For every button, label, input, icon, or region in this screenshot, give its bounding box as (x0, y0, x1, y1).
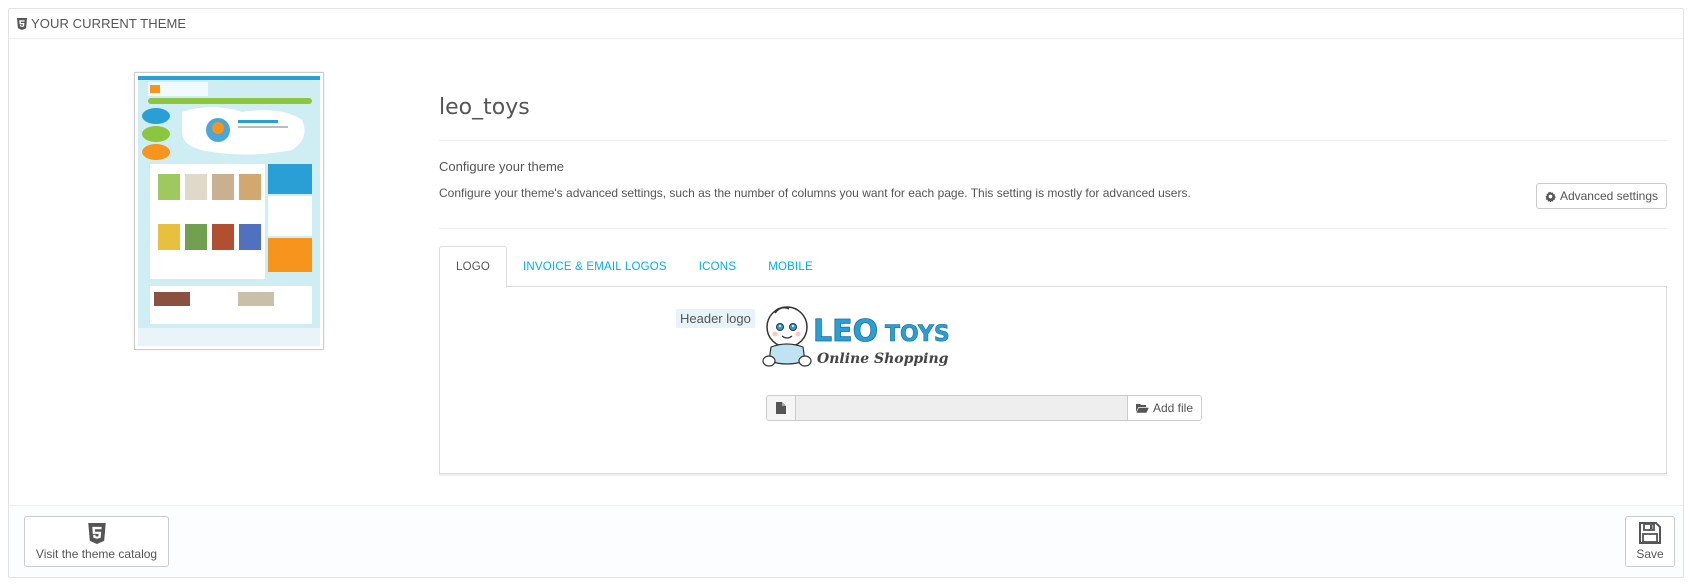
folder-open-icon (1135, 404, 1149, 413)
file-addon (767, 396, 796, 420)
tab-icons[interactable]: ICONS (683, 246, 752, 287)
logo-text-toys: TOYS (885, 322, 950, 347)
tab-content-logo (439, 286, 1667, 474)
theme-preview-illustration (138, 76, 320, 346)
panel-heading: YOUR CURRENT THEME (9, 9, 1683, 39)
gear-icon (1545, 190, 1556, 202)
configure-description: Configure your theme's advanced settings… (439, 186, 1191, 200)
configure-title: Configure your theme (439, 159, 565, 174)
add-file-button[interactable]: Add file (1126, 396, 1201, 420)
panel-heading-text: YOUR CURRENT THEME (31, 16, 187, 31)
save-label: Save (1636, 547, 1664, 561)
divider (439, 140, 1667, 141)
theme-name: leo_toys (439, 95, 530, 120)
html5-icon (17, 17, 27, 30)
advanced-settings-button[interactable]: Advanced settings (1535, 183, 1667, 209)
panel-footer: Visit the theme catalog Save (9, 505, 1683, 577)
logo-tagline: Online Shopping (817, 351, 949, 367)
logo-file-upload: Add file (766, 395, 1202, 421)
save-icon (1639, 522, 1661, 544)
file-name-input[interactable] (796, 396, 1127, 420)
theme-preview-image (134, 72, 324, 350)
header-logo-image: LEO TOYS Online Shopping (761, 303, 966, 373)
visit-theme-catalog-button[interactable]: Visit the theme catalog (24, 516, 169, 567)
divider (439, 228, 1667, 229)
advanced-settings-label: Advanced settings (1559, 189, 1658, 203)
leo-toys-logo: LEO TOYS Online Shopping (762, 306, 950, 367)
tab-logo[interactable]: LOGO (439, 246, 508, 288)
logo-tabs: LOGO INVOICE & EMAIL LOGOS ICONS MOBILE (439, 246, 1667, 288)
visit-theme-catalog-label: Visit the theme catalog (35, 546, 158, 561)
save-button[interactable]: Save (1625, 516, 1675, 567)
header-logo-label: Header logo (676, 309, 755, 328)
tab-invoice-email-logos[interactable]: INVOICE & EMAIL LOGOS (507, 246, 683, 287)
file-icon (776, 402, 786, 414)
tab-mobile[interactable]: MOBILE (752, 246, 829, 287)
html5-icon (87, 522, 106, 544)
add-file-label: Add file (1152, 401, 1193, 415)
logo-text-leo: LEO (813, 314, 878, 349)
current-theme-panel: YOUR CURRENT THEME leo_toys Configure yo… (8, 8, 1684, 578)
